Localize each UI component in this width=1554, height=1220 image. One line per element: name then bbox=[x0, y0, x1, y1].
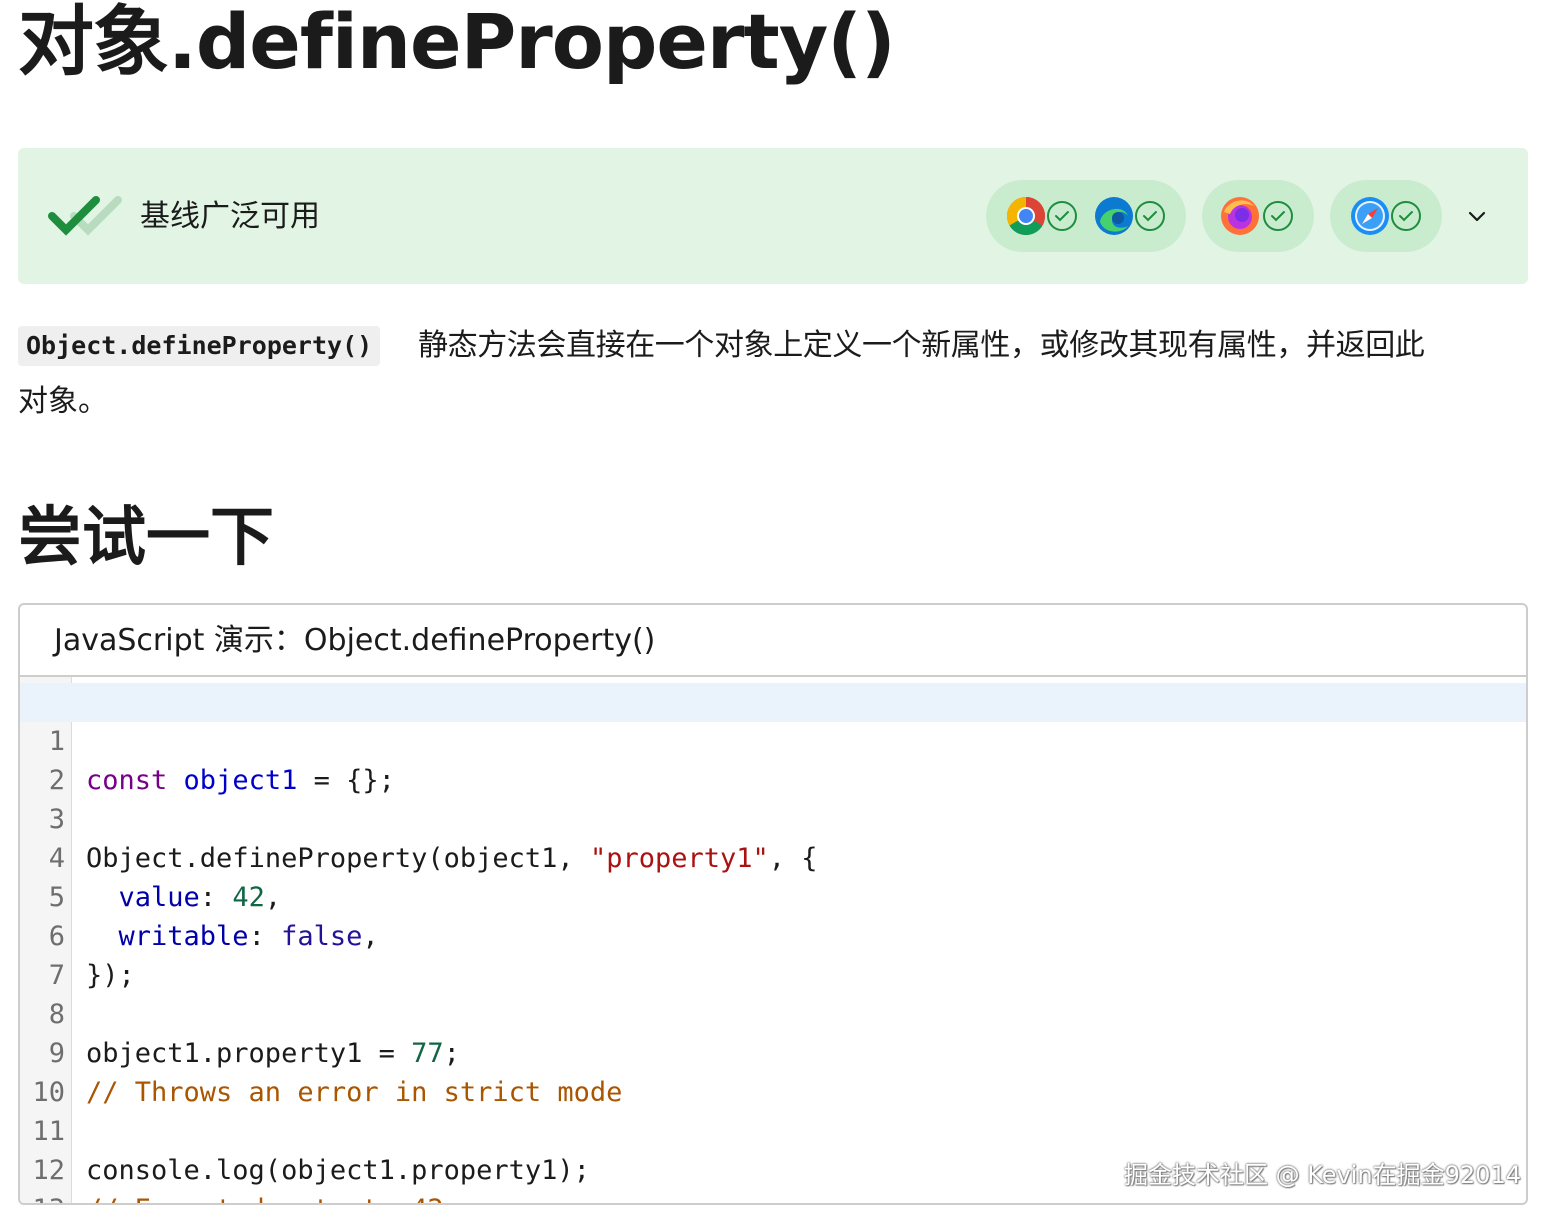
code-line[interactable]: 5 writable: false, bbox=[20, 839, 1526, 952]
supported-check-icon bbox=[1047, 201, 1077, 231]
supported-check-icon bbox=[1135, 201, 1165, 231]
description-text: 静态方法会直接在一个对象上定义一个新属性，或修改其现有属性，并返回此 bbox=[418, 328, 1425, 363]
description-text-continued: 对象。 bbox=[18, 384, 108, 419]
example-header: JavaScript 演示：Object.defineProperty() bbox=[20, 605, 1526, 677]
example-title: JavaScript 演示：Object.defineProperty() bbox=[54, 623, 656, 658]
code-line[interactable]: 7 bbox=[20, 917, 1526, 991]
code-line[interactable]: 10 bbox=[20, 1034, 1526, 1108]
baseline-label: 基线广泛可用 bbox=[140, 199, 320, 234]
code-line[interactable]: 6 }); bbox=[20, 878, 1526, 991]
inline-code-method: Object.defineProperty() bbox=[18, 326, 381, 366]
firefox-icon bbox=[1221, 197, 1259, 235]
supported-check-icon bbox=[1263, 201, 1293, 231]
page-title: 对象.defineProperty() bbox=[18, 0, 896, 86]
chrome-icon bbox=[1006, 196, 1046, 236]
supported-check-icon bbox=[1391, 201, 1421, 231]
watermark: 掘金技术社区 @ Kevin在掘金92014 bbox=[1124, 1161, 1521, 1189]
interactive-example: JavaScript 演示：Object.defineProperty() 1 … bbox=[18, 603, 1528, 1205]
line-number: 13 bbox=[20, 1190, 65, 1203]
code-line[interactable]: 4 value: 42, bbox=[20, 800, 1526, 913]
code-line[interactable]: 11 console.log(object1.property1); bbox=[20, 1073, 1526, 1186]
page: 对象.defineProperty() 基线广泛可用 Object.define… bbox=[0, 0, 1554, 1220]
code-line[interactable]: 8 object1.property1 = 77; bbox=[20, 956, 1526, 1069]
code-line[interactable]: 3 Object.defineProperty(object1, "proper… bbox=[20, 761, 1526, 874]
code-line[interactable]: 2 bbox=[20, 722, 1526, 796]
edge-icon bbox=[1095, 197, 1133, 235]
try-it-heading: 尝试一下 bbox=[18, 500, 274, 575]
baseline-check-icon bbox=[48, 196, 122, 236]
code-line[interactable]: 12 // Expected output: 42 bbox=[20, 1112, 1526, 1203]
chevron-down-icon[interactable] bbox=[1466, 205, 1488, 227]
code-line[interactable]: 1 const object1 = {}; bbox=[20, 683, 1526, 796]
code-line[interactable]: 9 // Throws an error in strict mode bbox=[20, 995, 1526, 1108]
safari-icon bbox=[1351, 197, 1389, 235]
code-editor[interactable]: 1 const object1 = {}; 2 3 Object.defineP… bbox=[20, 677, 1526, 1203]
